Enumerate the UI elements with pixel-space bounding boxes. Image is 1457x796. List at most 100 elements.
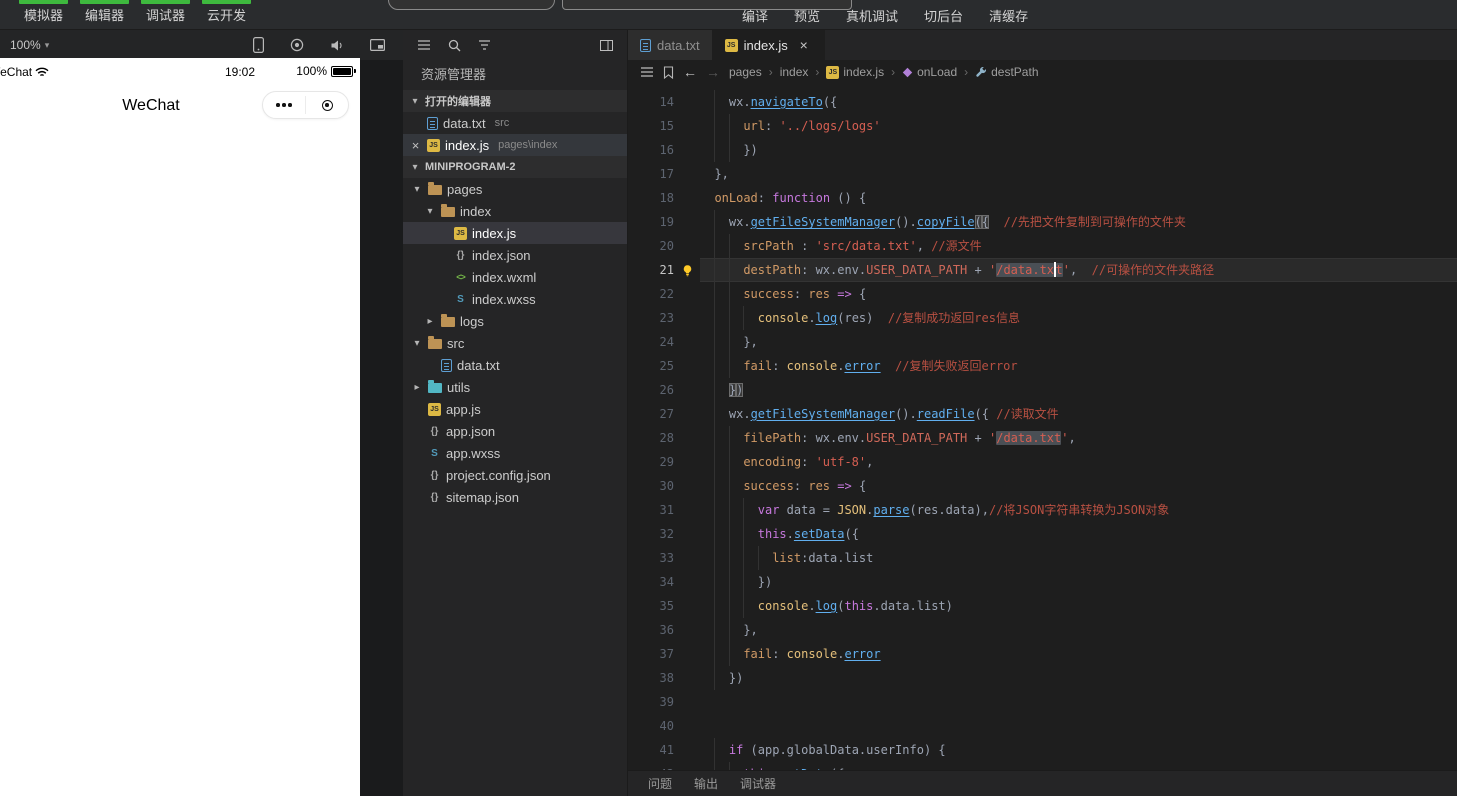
forward-arrow-icon[interactable]: → [706, 64, 720, 80]
code-line[interactable]: 23 console.log(res) //复制成功返回res信息 [628, 306, 1457, 330]
code-line[interactable]: 34}) [628, 570, 1457, 594]
filter-icon[interactable] [478, 39, 491, 51]
code-line[interactable]: 15 url: '../logs/logs' [628, 114, 1457, 138]
code-line[interactable]: 32 this.setData({ [628, 522, 1457, 546]
open-editor-item[interactable]: data.txt src [403, 112, 627, 134]
code-line[interactable]: 30 success: res => { [628, 474, 1457, 498]
open-editors-header[interactable]: ▾ 打开的编辑器 [403, 90, 627, 112]
toolbar-action[interactable]: 预览 [794, 6, 820, 25]
scene-select[interactable] [388, 0, 555, 10]
menu-icon[interactable] [640, 66, 654, 78]
toolbar-action[interactable]: 切后台 [924, 6, 963, 25]
twist-icon: ▾ [414, 183, 420, 195]
breadcrumb-item[interactable]: JS index.js [826, 65, 884, 79]
toolbar-tab[interactable]: 云开发 [202, 0, 252, 29]
toolbar-tab[interactable]: 模拟器 [18, 0, 69, 29]
code-line[interactable]: 19 wx.getFileSystemManager().copyFile({ /… [628, 210, 1457, 234]
close-icon[interactable]: × [796, 37, 812, 53]
tree-item[interactable]: Sindex.wxss [403, 288, 627, 310]
tree-item[interactable]: {} index.json [403, 244, 627, 266]
project-header[interactable]: ▾ MINIPROGRAM-2 [403, 156, 627, 178]
code-line[interactable]: 14 wx.navigateTo({ [628, 90, 1457, 114]
breadcrumb-label: index [779, 65, 809, 79]
code-line[interactable]: 39 [628, 690, 1457, 714]
file-name: data.txt [457, 357, 500, 373]
open-editor-item[interactable]: × JS index.js pages\index [403, 134, 627, 156]
pip-icon[interactable] [370, 39, 385, 51]
status-time: 19:02 [225, 65, 256, 79]
tree-item[interactable]: ▸ utils [403, 376, 627, 398]
panel-tab[interactable]: 问题 [648, 775, 672, 792]
tree-item[interactable]: ▾ index [403, 200, 627, 222]
code-line[interactable]: 38}) [628, 666, 1457, 690]
breadcrumb-item[interactable]: destPath [975, 65, 1039, 79]
toolbar-tab[interactable]: 调试器 [141, 0, 191, 29]
back-arrow-icon[interactable]: ← [683, 64, 697, 80]
twist-icon: ▾ [414, 337, 420, 349]
exit-target-icon[interactable] [306, 99, 348, 111]
line-number: 32 [659, 527, 674, 541]
chevron-right-icon: › [815, 65, 820, 79]
tree-item[interactable]: ▾ pages [403, 178, 627, 200]
code-line[interactable]: 18 onLoad: function () { [628, 186, 1457, 210]
code-line[interactable]: 37 fail: console.error [628, 642, 1457, 666]
code-line[interactable]: 31 var data = JSON.parse(res.data),//将JSO… [628, 498, 1457, 522]
code-line[interactable]: 41 if (app.globalData.userInfo) { [628, 738, 1457, 762]
code-line[interactable]: 35 console.log(this.data.list) [628, 594, 1457, 618]
volume-icon[interactable] [330, 39, 344, 52]
line-number: 36 [659, 623, 674, 637]
tree-item[interactable]: {} project.config.json [403, 464, 627, 486]
code-area[interactable]: 14 wx.navigateTo({15 url: '../logs/logs' 16… [628, 84, 1457, 796]
glyph-margin [674, 402, 700, 426]
file-name: app.wxss [446, 445, 501, 461]
code-line[interactable]: 29 encoding: 'utf-8', [628, 450, 1457, 474]
capsule-menu[interactable] [262, 91, 349, 119]
panel-tab[interactable]: 调试器 [740, 775, 776, 792]
tree-item[interactable]: ▾ src [403, 332, 627, 354]
tree-item[interactable]: JS app.js [403, 398, 627, 420]
panel-tab[interactable]: 输出 [694, 775, 718, 792]
bookmark-icon[interactable] [663, 65, 674, 79]
code-line[interactable]: 20 srcPath : 'src/data.txt', //源文件 [628, 234, 1457, 258]
code-line[interactable]: 22 success: res => { [628, 282, 1457, 306]
tree-item[interactable]: {} app.json [403, 420, 627, 442]
tree-item[interactable]: <> index.wxml [403, 266, 627, 288]
more-icon[interactable] [263, 103, 305, 107]
menu-icon[interactable] [417, 39, 431, 51]
toolbar-action[interactable]: 真机调试 [846, 6, 898, 25]
breadcrumb-item[interactable]: pages [729, 65, 762, 79]
breadcrumb-item[interactable]: index [780, 65, 809, 79]
tree-item[interactable]: Sapp.wxss [403, 442, 627, 464]
toolbar-action[interactable]: 编译 [742, 6, 768, 25]
toolbar-tab[interactable]: 编辑器 [80, 0, 130, 29]
code-line[interactable]: 21 destPath: wx.env.USER_DATA_PATH + '/da… [628, 258, 1457, 282]
code-line[interactable]: 16}) [628, 138, 1457, 162]
code-line[interactable]: 33 list:data.list [628, 546, 1457, 570]
editor-tab[interactable]: data.txt [628, 30, 713, 60]
tree-item[interactable]: data.txt [403, 354, 627, 376]
tree-item[interactable]: {} sitemap.json [403, 486, 627, 508]
tree-item[interactable]: ▸ logs [403, 310, 627, 332]
record-icon[interactable] [290, 38, 304, 52]
code-line[interactable]: 25 fail: console.error //复制失败返回error [628, 354, 1457, 378]
breadcrumb-bar: ← → pages › index › JS index.js › onLoad › destPa… [628, 60, 1457, 84]
json-file-icon: {} [456, 249, 465, 261]
code-line[interactable]: 36}, [628, 618, 1457, 642]
code-line[interactable]: 26}) [628, 378, 1457, 402]
toolbar-action[interactable]: 清缓存 [989, 6, 1028, 25]
tree-item[interactable]: JS index.js [403, 222, 627, 244]
code-line[interactable]: 28 filePath: wx.env.USER_DATA_PATH + '/da… [628, 426, 1457, 450]
code-line[interactable]: 17}, [628, 162, 1457, 186]
device-icon[interactable] [253, 37, 264, 53]
split-editor-icon[interactable] [600, 39, 613, 51]
code-line[interactable]: 27 wx.getFileSystemManager().readFile({ /… [628, 402, 1457, 426]
code-line[interactable]: 40 [628, 714, 1457, 738]
zoom-select[interactable]: 100% ▾ [10, 38, 49, 52]
folder-icon [428, 336, 442, 349]
code-line[interactable]: 24}, [628, 330, 1457, 354]
breadcrumb-item[interactable]: onLoad [902, 65, 957, 79]
close-icon[interactable]: × [409, 138, 422, 153]
editor-tab[interactable]: JS index.js × [712, 30, 825, 60]
search-icon[interactable] [448, 39, 461, 52]
